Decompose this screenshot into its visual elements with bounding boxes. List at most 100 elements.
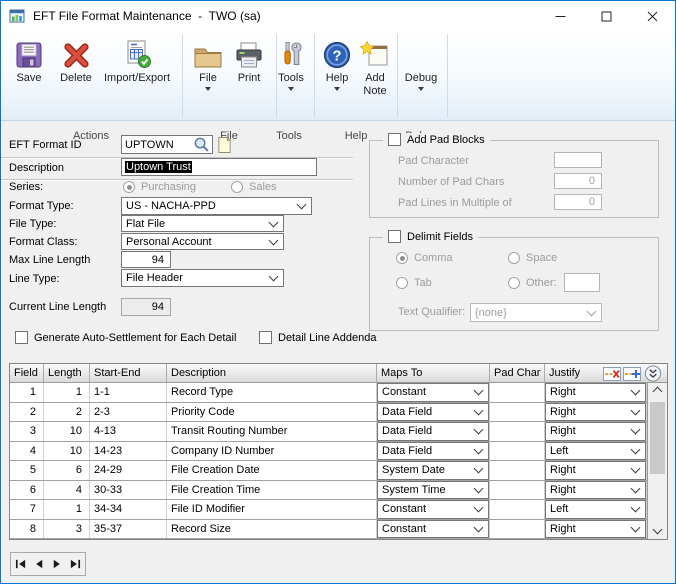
number-of-pad-chars-input[interactable]: 0	[554, 173, 602, 189]
cell-field[interactable]: 7	[10, 500, 44, 519]
text-qualifier-dropdown[interactable]: {none}	[470, 303, 602, 322]
cell-field[interactable]: 3	[10, 422, 44, 441]
first-record-button[interactable]	[12, 555, 28, 573]
cell-description[interactable]: Company ID Number	[167, 442, 377, 461]
cell-field[interactable]: 4	[10, 442, 44, 461]
debug-menu-button[interactable]: Debug	[399, 36, 443, 91]
maps-to-dropdown[interactable]: Constant	[377, 383, 489, 402]
maps-to-dropdown[interactable]: Data Field	[377, 403, 489, 422]
cell-start-end[interactable]: 35-37	[90, 520, 167, 539]
scroll-up-button[interactable]	[648, 383, 667, 400]
description-input[interactable]: Uptown Trust	[121, 158, 317, 176]
header-description[interactable]: Description	[167, 364, 377, 382]
header-field[interactable]: Field	[10, 364, 44, 382]
delete-button[interactable]: Delete	[53, 36, 99, 85]
max-line-length-input[interactable]: 94	[121, 251, 171, 268]
file-type-dropdown[interactable]: Flat File	[121, 215, 284, 232]
cell-field[interactable]: 8	[10, 520, 44, 539]
cell-start-end[interactable]: 34-34	[90, 500, 167, 519]
scrollbar-thumb[interactable]	[650, 402, 665, 474]
add-note-button[interactable]: Add Note	[357, 36, 393, 98]
space-radio[interactable]	[508, 252, 520, 264]
last-record-button[interactable]	[68, 555, 84, 573]
justify-dropdown[interactable]: Right	[545, 481, 646, 500]
justify-dropdown[interactable]: Right	[545, 461, 646, 480]
cell-field[interactable]: 6	[10, 481, 44, 500]
pad-character-input[interactable]	[554, 152, 602, 168]
series-sales-radio[interactable]	[231, 181, 243, 193]
tools-menu-button[interactable]: Tools	[271, 36, 311, 91]
cell-description[interactable]: Priority Code	[167, 403, 377, 422]
cell-field[interactable]: 1	[10, 383, 44, 402]
cell-start-end[interactable]: 1-1	[90, 383, 167, 402]
cell-description[interactable]: File Creation Date	[167, 461, 377, 480]
cell-start-end[interactable]: 24-29	[90, 461, 167, 480]
cell-pad-char[interactable]	[490, 383, 545, 402]
print-button[interactable]: Print	[229, 36, 269, 85]
justify-dropdown[interactable]: Right	[545, 383, 646, 402]
cell-start-end[interactable]: 2-3	[90, 403, 167, 422]
cell-length[interactable]: 1	[44, 383, 90, 402]
justify-dropdown[interactable]: Right	[545, 520, 646, 539]
maps-to-dropdown[interactable]: Data Field	[377, 422, 489, 441]
format-class-dropdown[interactable]: Personal Account	[121, 233, 284, 250]
maps-to-dropdown[interactable]: System Date	[377, 461, 489, 480]
cell-length[interactable]: 3	[44, 520, 90, 539]
grid-vertical-scrollbar[interactable]	[647, 383, 667, 539]
cell-pad-char[interactable]	[490, 442, 545, 461]
expand-grid-button[interactable]	[643, 365, 663, 382]
cell-description[interactable]: Record Type	[167, 383, 377, 402]
cell-length[interactable]: 10	[44, 422, 90, 441]
import-export-button[interactable]: Import/Export	[99, 36, 175, 85]
delete-row-button[interactable]	[602, 366, 621, 381]
cell-field[interactable]: 2	[10, 403, 44, 422]
header-start-end[interactable]: Start-End	[90, 364, 167, 382]
cell-pad-char[interactable]	[490, 461, 545, 480]
header-pad-char[interactable]: Pad Char	[490, 364, 545, 382]
detail-line-addenda-checkbox[interactable]	[259, 331, 272, 344]
cell-length[interactable]: 6	[44, 461, 90, 480]
format-type-dropdown[interactable]: US - NACHA-PPD	[121, 197, 312, 215]
previous-record-button[interactable]	[31, 555, 47, 573]
cell-pad-char[interactable]	[490, 500, 545, 519]
cell-description[interactable]: Record Size	[167, 520, 377, 539]
maps-to-dropdown[interactable]: System Time	[377, 481, 489, 500]
maps-to-dropdown[interactable]: Data Field	[377, 442, 489, 461]
cell-start-end[interactable]: 14-23	[90, 442, 167, 461]
cell-length[interactable]: 4	[44, 481, 90, 500]
cell-pad-char[interactable]	[490, 403, 545, 422]
comma-radio[interactable]	[396, 252, 408, 264]
other-delimiter-input[interactable]	[564, 273, 600, 292]
header-length[interactable]: Length	[44, 364, 90, 382]
delimit-fields-checkbox[interactable]	[388, 230, 401, 243]
cell-field[interactable]: 5	[10, 461, 44, 480]
next-record-button[interactable]	[49, 555, 65, 573]
cell-length[interactable]: 2	[44, 403, 90, 422]
cell-description[interactable]: File Creation Time	[167, 481, 377, 500]
series-purchasing-radio[interactable]	[123, 181, 135, 193]
justify-dropdown[interactable]: Right	[545, 403, 646, 422]
cell-pad-char[interactable]	[490, 422, 545, 441]
note-attach-button[interactable]	[215, 135, 233, 154]
justify-dropdown[interactable]: Left	[545, 500, 646, 519]
help-menu-button[interactable]: ? Help	[317, 36, 357, 91]
add-pad-blocks-checkbox[interactable]	[388, 133, 401, 146]
cell-start-end[interactable]: 4-13	[90, 422, 167, 441]
cell-description[interactable]: Transit Routing Number	[167, 422, 377, 441]
cell-start-end[interactable]: 30-33	[90, 481, 167, 500]
pad-lines-input[interactable]: 0	[554, 194, 602, 210]
justify-dropdown[interactable]: Left	[545, 442, 646, 461]
cell-description[interactable]: File ID Modifier	[167, 500, 377, 519]
cell-length[interactable]: 10	[44, 442, 90, 461]
line-type-dropdown[interactable]: File Header	[121, 269, 284, 287]
header-maps-to[interactable]: Maps To	[377, 364, 490, 382]
save-button[interactable]: Save	[7, 36, 51, 85]
cell-length[interactable]: 1	[44, 500, 90, 519]
maps-to-dropdown[interactable]: Constant	[377, 520, 489, 539]
maximize-button[interactable]	[583, 1, 629, 31]
insert-row-button[interactable]	[622, 366, 641, 381]
minimize-button[interactable]	[537, 1, 583, 31]
file-menu-button[interactable]: File	[188, 36, 228, 91]
scroll-down-button[interactable]	[648, 522, 667, 539]
generate-auto-settlement-checkbox[interactable]	[15, 331, 28, 344]
